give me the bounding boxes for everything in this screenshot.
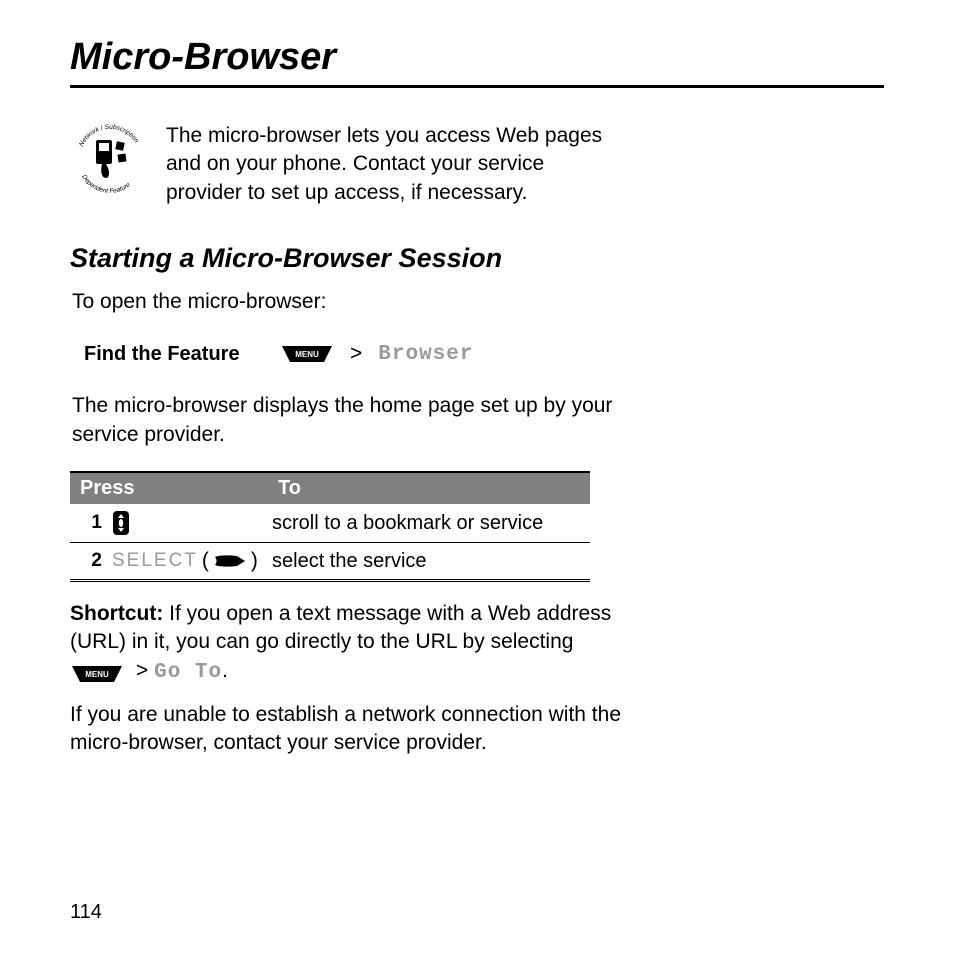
find-feature-row: Find the Feature MENU > Browser — [84, 342, 884, 366]
find-feature-label: Find the Feature — [84, 343, 270, 366]
goto-menu-label: Go To — [154, 661, 222, 684]
table-header: Press To — [70, 473, 590, 504]
table-row: 2 SELECT ( ) select the service — [70, 543, 590, 579]
intro-row: Network / Subscription Dependent Feature… — [72, 120, 884, 207]
to-cell: select the service — [272, 550, 586, 573]
after-find-text: The micro-browser displays the home page… — [72, 392, 884, 449]
paren-open: ( — [202, 549, 209, 573]
row-number: 2 — [74, 550, 112, 572]
scroll-key-icon — [112, 510, 130, 536]
to-cell: scroll to a bookmark or service — [272, 512, 586, 535]
intro-text: The micro-browser lets you access Web pa… — [166, 120, 884, 207]
press-to-table: Press To 1 scroll to a bookmark or servi… — [70, 471, 590, 582]
browser-menu-label: Browser — [378, 343, 473, 366]
row-number: 1 — [74, 512, 112, 534]
col-to-header: To — [278, 477, 580, 500]
page-title: Micro-Browser — [70, 36, 884, 88]
shortcut-label: Shortcut: — [70, 602, 163, 625]
network-feature-icon: Network / Subscription Dependent Feature — [72, 120, 148, 196]
right-softkey-icon — [213, 553, 247, 569]
period: . — [222, 659, 228, 682]
gt-separator: > — [344, 342, 368, 366]
press-cell: SELECT ( ) — [112, 549, 272, 573]
page-number: 114 — [70, 901, 102, 924]
menu-key-icon: MENU — [280, 344, 334, 364]
press-cell — [112, 510, 272, 536]
gt-separator: > — [130, 659, 154, 682]
section-heading: Starting a Micro-Browser Session — [70, 243, 884, 274]
trouble-paragraph: If you are unable to establish a network… — [70, 701, 884, 758]
table-row: 1 scroll to a bookmark or service — [70, 504, 590, 543]
paren-close: ) — [251, 549, 258, 573]
open-line: To open the micro-browser: — [72, 288, 884, 316]
shortcut-paragraph: Shortcut: If you open a text message wit… — [70, 600, 884, 687]
svg-text:MENU: MENU — [295, 350, 319, 359]
menu-key-icon: MENU — [70, 664, 124, 684]
col-press-header: Press — [80, 477, 278, 500]
select-label: SELECT — [112, 550, 198, 572]
svg-text:MENU: MENU — [85, 670, 109, 679]
